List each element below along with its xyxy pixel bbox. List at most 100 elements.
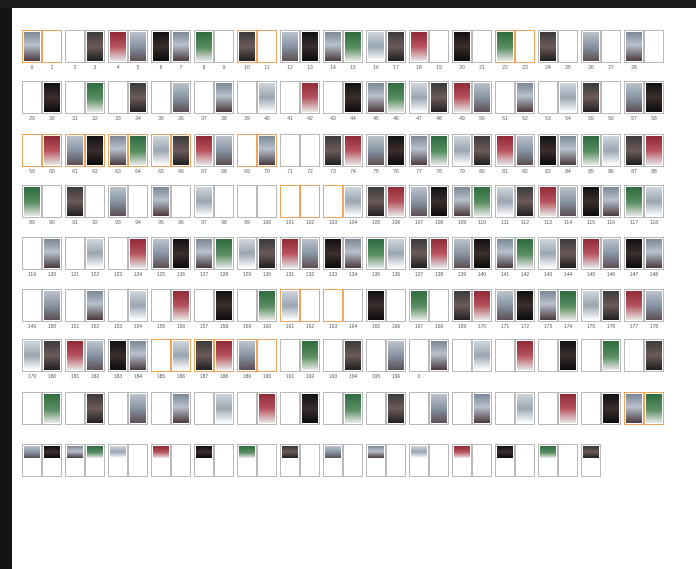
page-thumbnail[interactable] <box>624 392 644 425</box>
page-thumbnail[interactable] <box>257 444 277 477</box>
page-thumbnail[interactable] <box>85 30 105 63</box>
page-thumbnail[interactable] <box>624 237 644 270</box>
page-thumbnail[interactable] <box>128 81 148 114</box>
page-thumbnail[interactable] <box>323 339 343 372</box>
page-thumbnail[interactable] <box>495 185 515 218</box>
page-thumbnail[interactable] <box>624 289 644 322</box>
page-thumbnail[interactable] <box>194 30 214 63</box>
page-thumbnail[interactable] <box>280 134 300 167</box>
page-thumbnail[interactable] <box>257 237 277 270</box>
page-thumbnail[interactable] <box>323 237 343 270</box>
page-thumbnail[interactable] <box>65 339 85 372</box>
page-thumbnail[interactable] <box>624 134 644 167</box>
page-thumbnail[interactable] <box>194 289 214 322</box>
page-thumbnail[interactable] <box>323 444 343 477</box>
page-thumbnail[interactable] <box>85 392 105 425</box>
page-thumbnail[interactable] <box>237 392 257 425</box>
page-thumbnail[interactable] <box>624 339 644 372</box>
page-thumbnail[interactable] <box>22 289 42 322</box>
page-thumbnail[interactable] <box>257 185 277 218</box>
page-thumbnail[interactable] <box>108 30 128 63</box>
page-thumbnail[interactable] <box>42 30 62 63</box>
page-thumbnail[interactable] <box>624 81 644 114</box>
page-thumbnail[interactable] <box>538 237 558 270</box>
page-thumbnail[interactable] <box>128 444 148 477</box>
page-thumbnail[interactable] <box>409 185 429 218</box>
page-thumbnail[interactable] <box>214 392 234 425</box>
page-thumbnail[interactable] <box>452 81 472 114</box>
page-thumbnail[interactable] <box>429 185 449 218</box>
page-thumbnail[interactable] <box>644 339 664 372</box>
page-thumbnail[interactable] <box>472 289 492 322</box>
page-thumbnail[interactable] <box>108 134 128 167</box>
page-thumbnail[interactable] <box>65 392 85 425</box>
page-thumbnail[interactable] <box>85 134 105 167</box>
page-thumbnail[interactable] <box>644 30 664 63</box>
page-thumbnail[interactable] <box>515 185 535 218</box>
page-thumbnail[interactable] <box>386 444 406 477</box>
page-thumbnail[interactable] <box>558 339 578 372</box>
page-thumbnail[interactable] <box>108 339 128 372</box>
page-thumbnail[interactable] <box>644 134 664 167</box>
page-thumbnail[interactable] <box>452 444 472 477</box>
page-thumbnail[interactable] <box>558 185 578 218</box>
page-thumbnail[interactable] <box>538 339 558 372</box>
page-thumbnail[interactable] <box>323 81 343 114</box>
page-thumbnail[interactable] <box>65 289 85 322</box>
page-thumbnail[interactable] <box>538 185 558 218</box>
page-thumbnail[interactable] <box>601 237 621 270</box>
page-thumbnail[interactable] <box>151 444 171 477</box>
page-thumbnail[interactable] <box>538 392 558 425</box>
page-thumbnail[interactable] <box>108 237 128 270</box>
page-thumbnail[interactable] <box>237 444 257 477</box>
page-thumbnail[interactable] <box>65 444 85 477</box>
page-thumbnail[interactable] <box>108 81 128 114</box>
page-thumbnail[interactable] <box>42 81 62 114</box>
page-thumbnail[interactable] <box>151 392 171 425</box>
page-thumbnail[interactable] <box>194 185 214 218</box>
page-thumbnail[interactable] <box>429 339 449 372</box>
page-thumbnail[interactable] <box>171 444 191 477</box>
page-thumbnail[interactable] <box>214 185 234 218</box>
page-thumbnail[interactable] <box>22 30 42 63</box>
page-thumbnail[interactable] <box>495 289 515 322</box>
page-thumbnail[interactable] <box>581 237 601 270</box>
page-thumbnail[interactable] <box>214 444 234 477</box>
page-thumbnail[interactable] <box>409 81 429 114</box>
page-thumbnail[interactable] <box>581 30 601 63</box>
page-thumbnail[interactable] <box>237 30 257 63</box>
page-thumbnail[interactable] <box>171 237 191 270</box>
page-thumbnail[interactable] <box>300 237 320 270</box>
page-thumbnail[interactable] <box>429 392 449 425</box>
page-thumbnail[interactable] <box>237 237 257 270</box>
page-thumbnail[interactable] <box>343 392 363 425</box>
page-thumbnail[interactable] <box>386 30 406 63</box>
page-thumbnail[interactable] <box>366 339 386 372</box>
page-thumbnail[interactable] <box>42 134 62 167</box>
page-thumbnail[interactable] <box>128 392 148 425</box>
page-thumbnail[interactable] <box>366 134 386 167</box>
page-thumbnail[interactable] <box>128 30 148 63</box>
page-thumbnail[interactable] <box>409 237 429 270</box>
page-thumbnail[interactable] <box>22 81 42 114</box>
page-thumbnail[interactable] <box>300 289 320 322</box>
page-thumbnail[interactable] <box>42 339 62 372</box>
page-thumbnail[interactable] <box>214 134 234 167</box>
page-thumbnail[interactable] <box>108 289 128 322</box>
page-thumbnail[interactable] <box>644 237 664 270</box>
page-thumbnail[interactable] <box>42 289 62 322</box>
page-thumbnail[interactable] <box>515 392 535 425</box>
page-thumbnail[interactable] <box>452 237 472 270</box>
page-thumbnail[interactable] <box>452 134 472 167</box>
page-thumbnail[interactable] <box>42 185 62 218</box>
page-thumbnail[interactable] <box>409 339 429 372</box>
page-thumbnail[interactable] <box>429 81 449 114</box>
page-thumbnail[interactable] <box>558 237 578 270</box>
page-thumbnail[interactable] <box>472 444 492 477</box>
page-thumbnail[interactable] <box>495 392 515 425</box>
page-thumbnail[interactable] <box>280 392 300 425</box>
page-thumbnail[interactable] <box>42 444 62 477</box>
page-thumbnail[interactable] <box>128 134 148 167</box>
page-thumbnail[interactable] <box>280 185 300 218</box>
page-thumbnail[interactable] <box>171 185 191 218</box>
